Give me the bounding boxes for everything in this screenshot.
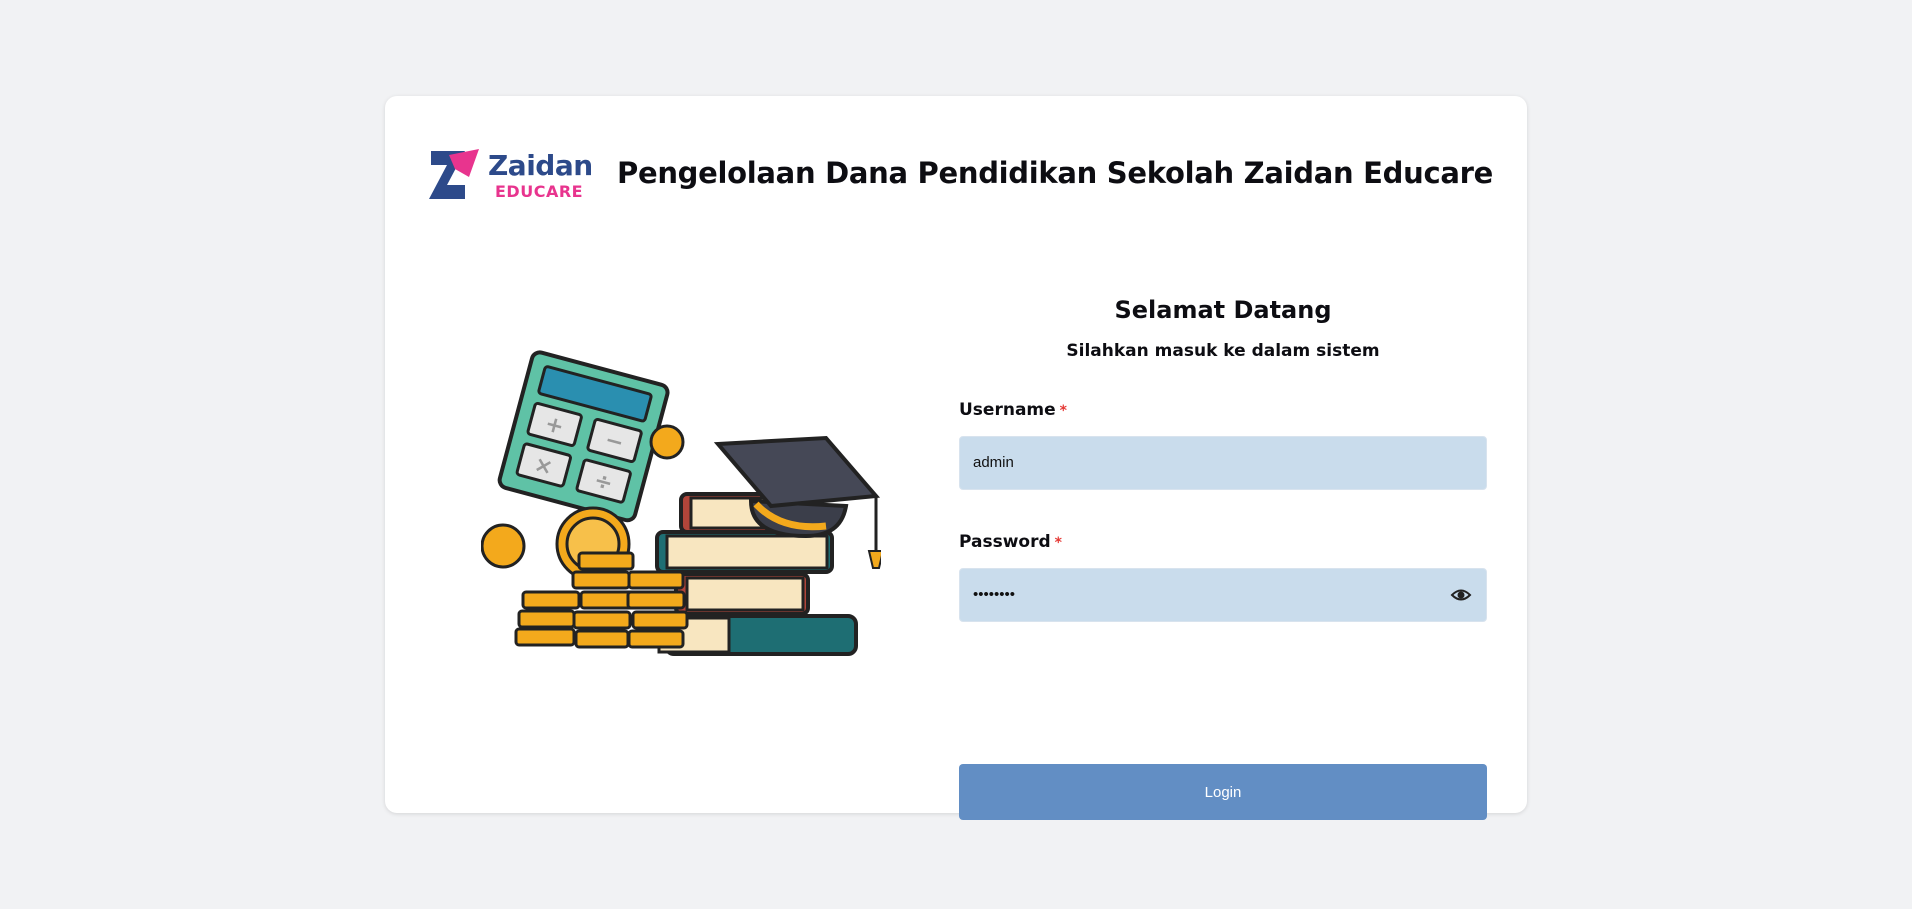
- login-card: Zaidan EDUCARE Pengelolaan Dana Pendidik…: [385, 96, 1527, 820]
- password-value: ••••••••: [973, 586, 1016, 603]
- required-marker: *: [1054, 535, 1062, 551]
- username-input[interactable]: admin: [959, 436, 1487, 490]
- logo-wordmark: Zaidan: [488, 149, 593, 182]
- login-button[interactable]: Login: [959, 764, 1487, 820]
- page-title: Pengelolaan Dana Pendidikan Sekolah Zaid…: [617, 156, 1493, 190]
- required-marker: *: [1059, 403, 1067, 419]
- logo-mark-icon: [429, 149, 479, 199]
- username-label: Username *: [959, 400, 1067, 420]
- login-form: Selamat Datang Silahkan masuk ke dalam s…: [959, 292, 1487, 820]
- username-value: admin: [973, 454, 1014, 471]
- finance-education-illustration: + − × ÷: [481, 350, 881, 656]
- password-input[interactable]: ••••••••: [959, 568, 1487, 622]
- calculator-icon: + − × ÷: [497, 350, 670, 523]
- eye-icon[interactable]: [1450, 585, 1472, 605]
- login-subtitle: Silahkan masuk ke dalam sistem: [1066, 341, 1380, 361]
- username-label-text: Username: [959, 400, 1056, 420]
- brand-logo: Zaidan EDUCARE: [425, 147, 593, 203]
- logo-subtitle: EDUCARE: [495, 182, 584, 201]
- password-label: Password *: [959, 532, 1062, 552]
- password-label-text: Password: [959, 532, 1051, 552]
- welcome-heading: Selamat Datang: [1114, 296, 1332, 324]
